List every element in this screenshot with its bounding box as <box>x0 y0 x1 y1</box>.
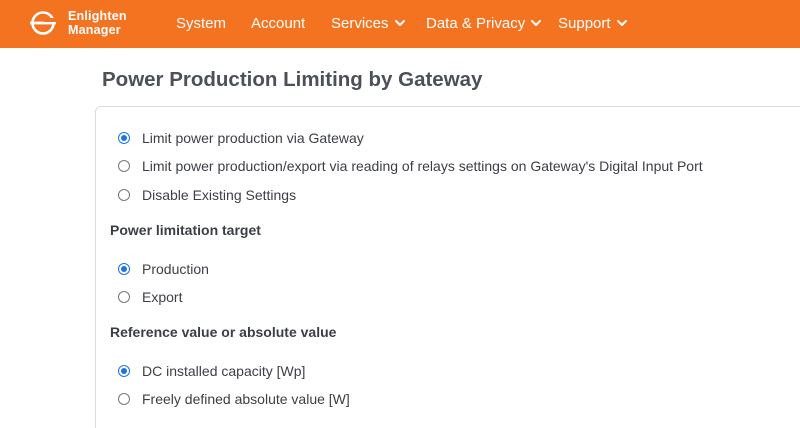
nav-services[interactable]: Services <box>331 0 406 48</box>
radio-button[interactable] <box>118 160 130 172</box>
radio-button[interactable] <box>118 393 130 405</box>
brand-name-line2: Manager <box>68 23 121 37</box>
nav-data-privacy-label: Data & Privacy <box>426 15 526 32</box>
enlighten-logo-icon <box>30 11 56 35</box>
chevron-down-icon <box>394 20 405 27</box>
nav-services-label: Services <box>331 15 389 32</box>
nav-support-label: Support <box>558 15 611 32</box>
nav-support[interactable]: Support <box>558 0 628 48</box>
radio-button[interactable] <box>118 132 130 144</box>
power-limitation-target-heading: Power limitation target <box>110 222 261 238</box>
chevron-down-icon <box>616 20 627 27</box>
nav-system-label: System <box>176 15 227 32</box>
radio-disable-settings[interactable]: Disable Existing Settings <box>118 185 296 205</box>
radio-button[interactable] <box>118 189 130 201</box>
enlighten-logo[interactable]: Enlighten Manager <box>30 9 127 37</box>
radio-label: Freely defined absolute value [W] <box>142 391 350 407</box>
radio-button[interactable] <box>118 365 130 377</box>
radio-button[interactable] <box>118 291 130 303</box>
nav-account[interactable]: Account <box>251 0 305 48</box>
brand-name: Enlighten Manager <box>68 9 127 37</box>
radio-target-production[interactable]: Production <box>118 259 209 279</box>
radio-dc-installed-capacity[interactable]: DC installed capacity [Wp] <box>118 361 305 381</box>
radio-label: Production <box>142 261 209 277</box>
brand-name-line1: Enlighten <box>68 9 127 23</box>
radio-label: Limit power production via Gateway <box>142 130 364 146</box>
radio-button[interactable] <box>118 263 130 275</box>
radio-freely-defined-value[interactable]: Freely defined absolute value [W] <box>118 389 350 409</box>
radio-limit-via-relays[interactable]: Limit power production/export via readin… <box>118 156 703 176</box>
chevron-down-icon <box>531 20 542 27</box>
top-navbar: Enlighten Manager System Account Service… <box>0 0 800 48</box>
radio-label: Disable Existing Settings <box>142 187 297 203</box>
nav-account-label: Account <box>251 15 306 32</box>
radio-limit-via-gateway[interactable]: Limit power production via Gateway <box>118 128 364 148</box>
reference-value-heading: Reference value or absolute value <box>110 324 337 340</box>
nav-data-privacy[interactable]: Data & Privacy <box>426 0 542 48</box>
radio-label: Limit power production/export via readin… <box>142 158 703 174</box>
page-title: Power Production Limiting by Gateway <box>102 68 483 91</box>
nav-system[interactable]: System <box>176 0 226 48</box>
radio-label: Export <box>142 289 183 305</box>
radio-target-export[interactable]: Export <box>118 287 182 307</box>
radio-label: DC installed capacity [Wp] <box>142 363 306 379</box>
